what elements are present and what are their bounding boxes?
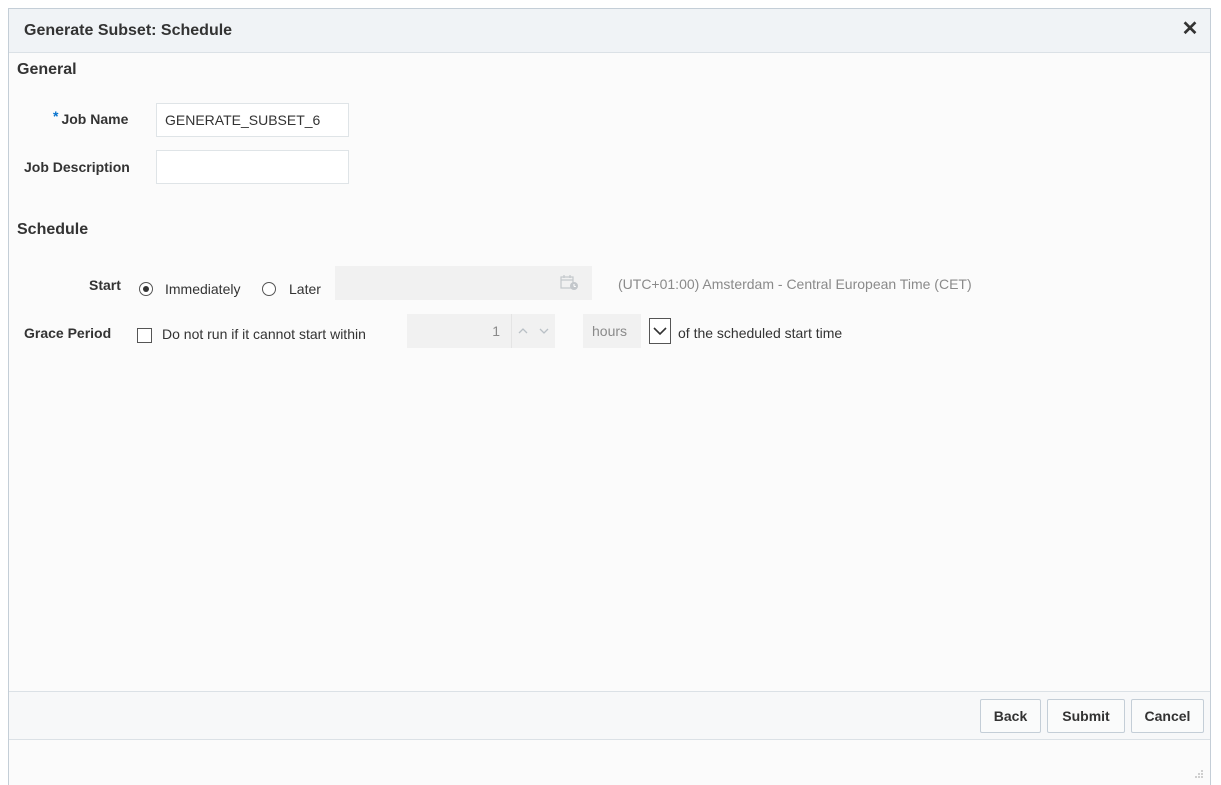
general-heading: General (17, 61, 77, 78)
start-immediately-radio[interactable] (139, 282, 153, 296)
grace-period-label: Grace Period (24, 325, 112, 341)
back-button[interactable]: Back (980, 699, 1041, 733)
dialog-titlebar: Generate Subset: Schedule ✕ (9, 9, 1210, 53)
start-immediately-label[interactable]: Immediately (165, 281, 240, 297)
grace-period-checkbox[interactable] (137, 328, 152, 343)
spin-up-button[interactable] (511, 314, 533, 348)
dialog-footer: Back Submit Cancel (9, 692, 1210, 739)
cancel-button[interactable]: Cancel (1131, 699, 1204, 733)
chevron-up-icon (518, 328, 527, 334)
grace-amount-input[interactable]: 1 (407, 314, 511, 348)
job-name-input[interactable] (156, 103, 349, 137)
start-label: Start (89, 277, 121, 293)
resize-grip-icon[interactable] (1194, 769, 1204, 779)
chevron-down-icon (653, 327, 667, 336)
job-description-label: Job Description (24, 159, 130, 175)
calendar-icon[interactable] (560, 274, 580, 292)
footer-divider-bottom (9, 739, 1210, 740)
grace-period-suffix: of the scheduled start time (678, 325, 843, 341)
timezone-text: (UTC+01:00) Amsterdam - Central European… (618, 276, 972, 292)
grace-unit-dropdown-button[interactable] (649, 318, 671, 344)
grace-period-checkbox-label[interactable]: Do not run if it cannot start within (162, 326, 366, 342)
close-icon[interactable]: ✕ (1180, 19, 1200, 39)
grace-unit-select[interactable]: hours (583, 314, 641, 348)
chevron-down-icon (539, 328, 549, 334)
schedule-dialog: Generate Subset: Schedule ✕ General * Job… (8, 8, 1211, 785)
submit-button[interactable]: Submit (1047, 699, 1125, 733)
dialog-title: Generate Subset: Schedule (24, 22, 233, 39)
schedule-heading: Schedule (17, 221, 89, 238)
job-description-input[interactable] (156, 150, 349, 184)
required-indicator: * (53, 108, 59, 124)
job-name-label: * Job Name (53, 108, 129, 127)
spin-down-button[interactable] (533, 314, 555, 348)
start-later-label[interactable]: Later (289, 281, 321, 297)
start-later-radio[interactable] (262, 282, 276, 296)
later-datetime-input[interactable] (335, 266, 592, 300)
